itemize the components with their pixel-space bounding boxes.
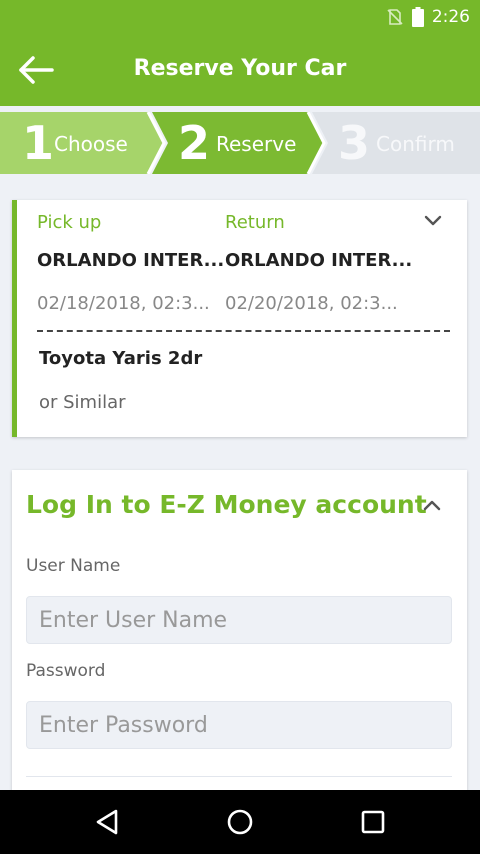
- return-datetime: 02/20/2018, 02:3...: [225, 293, 398, 314]
- step-number: 2: [178, 116, 211, 170]
- triangle-back-icon: [96, 809, 118, 835]
- step-number: 1: [22, 116, 55, 170]
- chevron-down-icon[interactable]: [423, 214, 443, 228]
- nav-back-button[interactable]: [75, 798, 139, 846]
- status-icons: 2:26: [386, 6, 470, 28]
- status-time: 2:26: [431, 7, 470, 27]
- trip-summary-card: Pick up Return ORLANDO INTER... ORLANDO …: [12, 200, 467, 437]
- car-name: Toyota Yaris 2dr: [39, 348, 203, 369]
- step-label: Reserve: [216, 132, 297, 156]
- step-label: Choose: [54, 132, 128, 156]
- no-sim-icon: [387, 9, 403, 25]
- app-bar: Reserve Your Car: [0, 34, 480, 106]
- password-input[interactable]: [26, 701, 452, 749]
- pickup-datetime: 02/18/2018, 02:3...: [37, 293, 210, 314]
- pickup-location: ORLANDO INTER...: [37, 250, 225, 271]
- step-confirm: 3 Confirm: [322, 112, 480, 174]
- login-card: Log In to E-Z Money account User Name Pa…: [12, 470, 467, 800]
- return-location: ORLANDO INTER...: [225, 250, 413, 271]
- square-recents-icon: [361, 810, 385, 834]
- page-title: Reserve Your Car: [133, 56, 347, 81]
- step-reserve: 2 Reserve: [160, 112, 310, 174]
- username-input[interactable]: [26, 596, 452, 644]
- pickup-label: Pick up: [37, 212, 102, 233]
- divider: [37, 330, 450, 332]
- password-label: Password: [26, 661, 106, 681]
- battery-icon: [411, 7, 424, 27]
- step-choose[interactable]: 1 Choose: [0, 112, 150, 174]
- login-title[interactable]: Log In to E-Z Money account: [26, 490, 427, 519]
- step-number: 3: [338, 116, 371, 170]
- nav-home-button[interactable]: [208, 798, 272, 846]
- nav-recents-button[interactable]: [341, 798, 405, 846]
- return-label: Return: [225, 212, 285, 233]
- step-indicator: 1 Choose 2 Reserve 3 Confirm: [0, 112, 480, 174]
- status-bar: 2:26: [0, 0, 480, 34]
- chevron-up-icon[interactable]: [422, 498, 442, 512]
- step-label: Confirm: [376, 132, 455, 156]
- system-nav-bar: [0, 790, 480, 854]
- car-similar-note: or Similar: [39, 392, 126, 413]
- username-label: User Name: [26, 556, 121, 576]
- circle-home-icon: [227, 809, 253, 835]
